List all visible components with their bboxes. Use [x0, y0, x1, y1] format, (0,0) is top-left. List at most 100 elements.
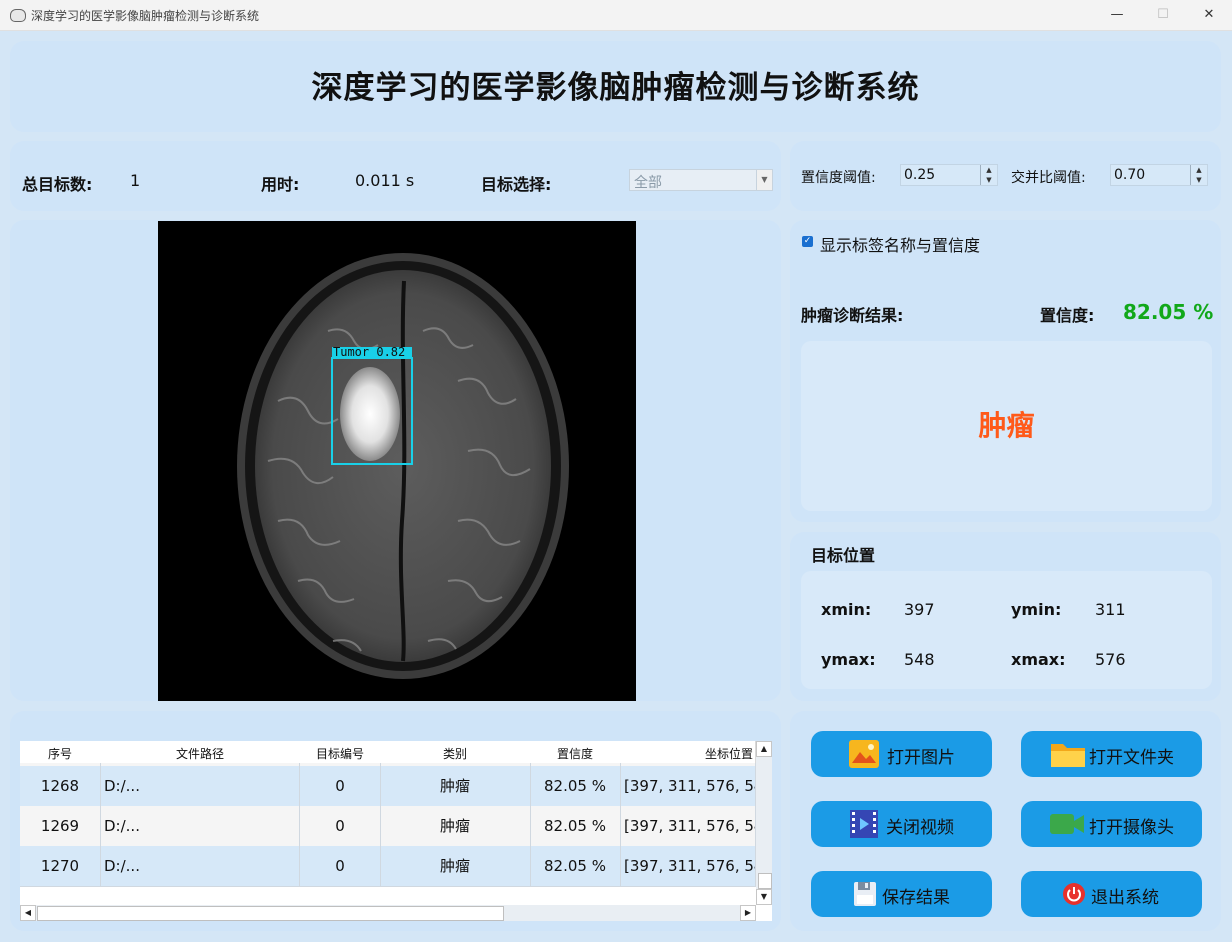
iou-threshold-label: 交并比阈值:: [1011, 170, 1086, 186]
threshold-panel: 置信度阈值: 0.25 ▲ ▼ 交并比阈值: 0.70 ▲ ▼: [790, 141, 1221, 211]
table-cell: [397, 311, 576, 548]: [620, 806, 756, 846]
scroll-right-icon[interactable]: ▶: [740, 905, 756, 921]
minimize-button[interactable]: —: [1094, 0, 1140, 30]
table-cell: 1270: [20, 846, 101, 886]
show-label-checkbox[interactable]: ✓: [802, 236, 813, 247]
table-row[interactable]: 1268D:/...0肿瘤82.05 %[397, 311, 576, 548]: [20, 766, 756, 807]
open-camera-button[interactable]: 打开摄像头: [1021, 801, 1202, 847]
table-cell: 肿瘤: [380, 806, 531, 846]
detection-label: Tumor 0.82: [333, 345, 406, 359]
open-camera-label: 打开摄像头: [1089, 818, 1174, 838]
target-select-value: 全部: [634, 175, 662, 191]
chevron-down-icon: ▼: [756, 170, 772, 190]
save-result-button[interactable]: 保存结果: [811, 871, 992, 917]
close-button[interactable]: ✕: [1186, 0, 1232, 30]
maximize-button[interactable]: ☐: [1140, 0, 1186, 30]
save-result-label: 保存结果: [882, 888, 950, 908]
table-cell: 82.05 %: [530, 766, 621, 806]
total-targets-label: 总目标数:: [22, 175, 93, 194]
xmin-value: 397: [904, 600, 935, 619]
diagnosis-result-box: 肿瘤: [801, 341, 1212, 511]
time-label: 用时:: [261, 175, 300, 194]
table-cell: 82.05 %: [530, 846, 621, 886]
close-video-button[interactable]: 关闭视频: [811, 801, 992, 847]
results-table: 1267D:/...0肿瘤82.05 %[397, 311, 576, 548]…: [20, 741, 772, 921]
app-window: 深度学习的医学影像脑肿瘤检测与诊断系统 — ☐ ✕ 深度学习的医学影像脑肿瘤检测…: [0, 0, 1232, 942]
table-cell: 0: [300, 766, 381, 806]
brain-app-icon: [10, 9, 26, 22]
column-header-coordinates[interactable]: 坐标位置: [620, 741, 756, 763]
image-icon: [849, 740, 879, 768]
diagnosis-conf-label: 置信度:: [1040, 306, 1095, 325]
table-cell: [397, 311, 576, 548]: [620, 766, 756, 806]
scroll-up-icon[interactable]: ▲: [756, 741, 772, 757]
conf-threshold-value: 0.25: [904, 167, 936, 183]
time-value: 0.011 s: [355, 171, 415, 190]
vertical-scroll-thumb[interactable]: [758, 873, 772, 889]
column-header-index[interactable]: 序号: [20, 741, 101, 763]
spin-down-icon[interactable]: ▼: [981, 175, 997, 185]
stats-panel: 总目标数: 1 用时: 0.011 s 目标选择: 全部 ▼: [10, 141, 781, 211]
position-title: 目标位置: [811, 546, 876, 565]
power-icon: [1063, 883, 1085, 905]
spin-up-icon[interactable]: ▲: [981, 165, 997, 175]
open-image-label: 打开图片: [887, 748, 955, 768]
horizontal-scroll-thumb[interactable]: [37, 906, 504, 921]
open-folder-label: 打开文件夹: [1089, 748, 1174, 768]
show-label-text: 显示标签名称与置信度: [820, 236, 981, 255]
horizontal-scrollbar[interactable]: ◀ ▶: [20, 905, 756, 921]
vertical-scrollbar[interactable]: ▲ ▼: [756, 741, 772, 905]
target-select[interactable]: 全部 ▼: [629, 169, 773, 191]
iou-threshold-value: 0.70: [1114, 167, 1146, 183]
column-header-confidence[interactable]: 置信度: [530, 741, 621, 763]
camera-icon: [1050, 814, 1084, 834]
table-cell: 82.05 %: [530, 806, 621, 846]
folder-icon: [1051, 744, 1085, 767]
spin-up-icon[interactable]: ▲: [1191, 165, 1207, 175]
table-row[interactable]: 1270D:/...0肿瘤82.05 %[397, 311, 576, 548]: [20, 846, 756, 887]
column-header-target-id[interactable]: 目标编号: [300, 741, 381, 763]
mri-image: Tumor 0.82: [158, 221, 636, 701]
close-video-label: 关闭视频: [886, 818, 954, 838]
table-cell: D:/...: [100, 766, 300, 806]
table-cell: 1269: [20, 806, 101, 846]
page-title: 深度学习的医学影像脑肿瘤检测与诊断系统: [311, 70, 920, 106]
exit-button[interactable]: 退出系统: [1021, 871, 1202, 917]
diagnosis-result-label: 肿瘤诊断结果:: [801, 306, 904, 325]
coordinates-box: xmin: 397 ymin: 311 ymax: 548 xmax: 576: [801, 571, 1212, 689]
spin-down-icon[interactable]: ▼: [1191, 175, 1207, 185]
column-header-class[interactable]: 类别: [380, 741, 531, 763]
table-cell: D:/...: [100, 806, 300, 846]
table-cell: D:/...: [100, 846, 300, 886]
table-cell: 1268: [20, 766, 101, 806]
header-panel: 深度学习的医学影像脑肿瘤检测与诊断系统: [10, 41, 1221, 132]
xmin-label: xmin:: [821, 600, 872, 619]
table-cell: 肿瘤: [380, 766, 531, 806]
diagnosis-result-value: 肿瘤: [978, 409, 1035, 442]
video-icon: [850, 810, 878, 838]
ymax-value: 548: [904, 650, 935, 669]
ymin-value: 311: [1095, 600, 1126, 619]
diagnosis-conf-value: 82.05 %: [1123, 300, 1214, 324]
ymax-label: ymax:: [821, 650, 876, 669]
exit-label: 退出系统: [1091, 888, 1159, 908]
table-cell: 0: [300, 846, 381, 886]
brain-mri-scan: [237, 253, 569, 679]
window-title: 深度学习的医学影像脑肿瘤检测与诊断系统: [31, 9, 260, 23]
scroll-left-icon[interactable]: ◀: [20, 905, 36, 921]
open-image-button[interactable]: 打开图片: [811, 731, 992, 777]
open-folder-button[interactable]: 打开文件夹: [1021, 731, 1202, 777]
iou-threshold-spinbox[interactable]: 0.70 ▲ ▼: [1110, 164, 1208, 186]
table-row[interactable]: 1269D:/...0肿瘤82.05 %[397, 311, 576, 548]: [20, 806, 756, 847]
table-cell: [397, 311, 576, 548]: [620, 846, 756, 886]
target-select-label: 目标选择:: [481, 175, 552, 194]
ymin-label: ymin:: [1011, 600, 1062, 619]
xmax-value: 576: [1095, 650, 1126, 669]
column-header-path[interactable]: 文件路径: [100, 741, 301, 763]
conf-threshold-spinbox[interactable]: 0.25 ▲ ▼: [900, 164, 998, 186]
xmax-label: xmax:: [1011, 650, 1066, 669]
save-icon: [854, 882, 876, 906]
scroll-down-icon[interactable]: ▼: [756, 889, 772, 905]
table-cell: 0: [300, 806, 381, 846]
conf-threshold-label: 置信度阈值:: [801, 170, 876, 186]
